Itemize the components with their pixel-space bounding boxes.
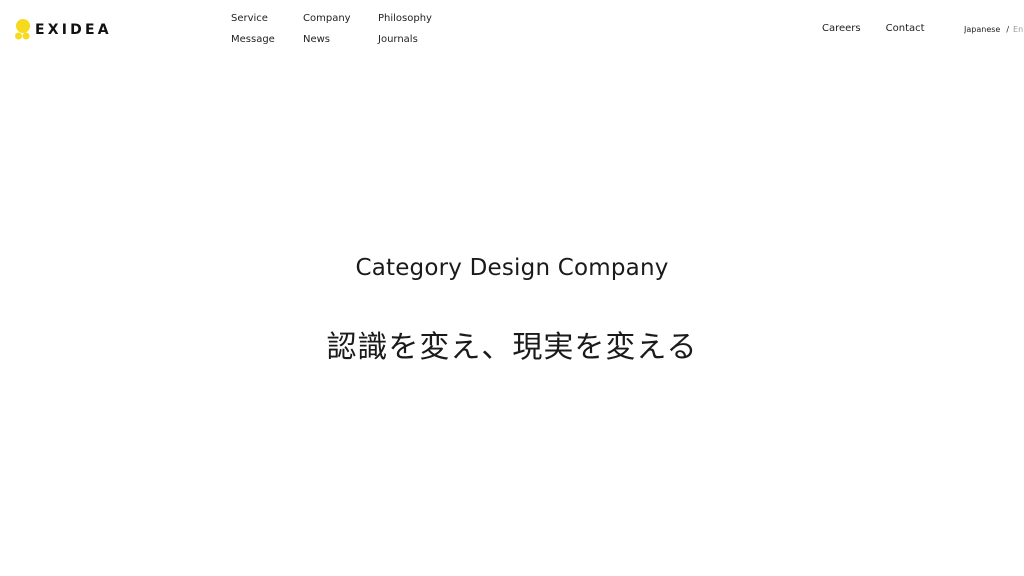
nav-link-message[interactable]: Message: [231, 32, 303, 53]
language-japanese-link[interactable]: Japanese: [964, 25, 1000, 34]
hero-section: Category Design Company 認識を変え、現実を変える: [0, 250, 1024, 368]
nav-link-service[interactable]: Service: [231, 11, 303, 32]
language-separator: /: [1006, 25, 1010, 34]
logo-link[interactable]: EXIDEA: [15, 18, 112, 42]
primary-nav: Service Company Philosophy Message News …: [231, 11, 458, 53]
language-switcher: Japanese / En: [964, 23, 1024, 37]
nav-link-journals[interactable]: Journals: [378, 32, 458, 53]
logo-mark-icon: [15, 19, 30, 40]
logo-wordmark: EXIDEA: [35, 22, 112, 38]
hero-subtitle: 認識を変え、現実を変える: [326, 330, 698, 365]
page: EXIDEA Service Company Philosophy Messag…: [0, 0, 1024, 576]
hero-title: Category Design Company: [355, 255, 669, 281]
nav-link-contact[interactable]: Contact: [886, 21, 925, 37]
secondary-nav: Careers Contact: [822, 21, 925, 37]
nav-link-company[interactable]: Company: [303, 11, 378, 32]
nav-link-news[interactable]: News: [303, 32, 378, 53]
nav-link-careers[interactable]: Careers: [822, 21, 861, 37]
nav-link-philosophy[interactable]: Philosophy: [378, 11, 458, 32]
language-english-link[interactable]: En: [1013, 25, 1023, 34]
